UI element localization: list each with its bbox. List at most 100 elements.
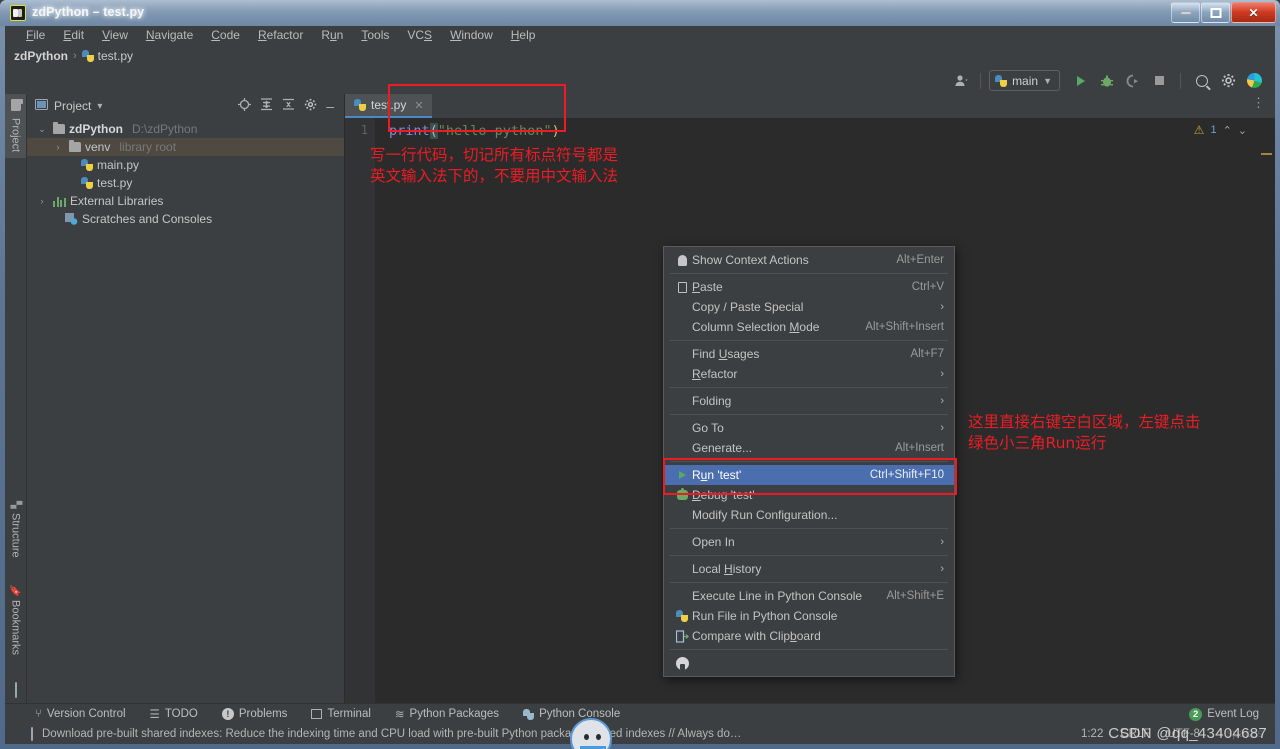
project-panel-dropdown-icon[interactable]: ▾ (97, 101, 102, 112)
toolbar-divider-2 (1180, 72, 1181, 89)
minimize-button[interactable] (1171, 2, 1200, 23)
tool-button-python-packages[interactable]: ≋ Python Packages (395, 707, 499, 721)
run-configuration-selector[interactable]: main ▼ (989, 70, 1060, 91)
close-icon[interactable]: ✕ (414, 99, 423, 112)
menu-item-compare-with-clipboard[interactable]: Compare with Clipboard (664, 626, 954, 646)
menu-item-paste[interactable]: Paste Ctrl+V (664, 277, 954, 297)
inspection-widget[interactable]: ⚠ 1 ⌃ ⌄ (1194, 123, 1247, 137)
tool-button-version-control[interactable]: ⑂ Version Control (35, 708, 126, 720)
toggle-toolwindow-icon[interactable] (14, 682, 17, 698)
expand-all-icon[interactable] (260, 98, 273, 114)
menu-item-show-context-actions[interactable]: Show Context Actions Alt+Enter (664, 250, 954, 270)
menu-separator (670, 649, 948, 650)
menu-help[interactable]: Help (502, 26, 545, 45)
tool-button-todo[interactable]: ☰ TODO (150, 707, 198, 721)
toolbar-divider (980, 72, 982, 89)
menu-tools[interactable]: Tools (352, 26, 398, 45)
run-button[interactable] (1068, 70, 1094, 92)
menu-item-generate[interactable]: Generate... Alt+Insert (664, 438, 954, 458)
tree-node-venv-tag: library root (119, 140, 177, 154)
menu-item-copy-paste-special[interactable]: Copy / Paste Special › (664, 297, 954, 317)
tree-node-testpy[interactable]: test.py (27, 174, 344, 192)
menu-item-refactor[interactable]: Refactor › (664, 364, 954, 384)
chevron-up-icon[interactable]: ⌃ (1223, 124, 1232, 137)
close-button[interactable]: ✕ (1231, 2, 1276, 23)
menu-item-debug-test[interactable]: Debug 'test' (664, 485, 954, 505)
breadcrumb-project[interactable]: zdPython (14, 49, 68, 63)
menu-navigate[interactable]: Navigate (137, 26, 202, 45)
tree-node-external-libraries[interactable]: › External Libraries (27, 192, 344, 210)
menu-item-column-selection-mode[interactable]: Column Selection Mode Alt+Shift+Insert (664, 317, 954, 337)
tree-node-zdpython[interactable]: ⌄ zdPython D:\zdPython (27, 120, 344, 138)
chevron-right-icon[interactable]: › (51, 142, 65, 152)
tree-node-testpy-label: test.py (97, 176, 133, 190)
menu-item-create-gist[interactable] (664, 653, 954, 673)
menu-item-execute-line-in-python-console[interactable]: Execute Line in Python Console Alt+Shift… (664, 586, 954, 606)
menu-item-column-selection-mode-shortcut: Alt+Shift+Insert (865, 321, 944, 333)
tool-button-problems[interactable]: ! Problems (221, 708, 287, 720)
sidebar-item-bookmarks[interactable]: 🔖 Bookmarks (7, 578, 25, 661)
settings-button[interactable] (1215, 70, 1241, 92)
collapse-all-icon[interactable] (282, 98, 295, 114)
locate-icon[interactable] (238, 98, 252, 114)
tool-button-python-console-label: Python Console (539, 708, 621, 720)
tree-node-scratches[interactable]: Scratches and Consoles (27, 210, 344, 228)
sidebar-item-project[interactable]: Project (5, 94, 26, 159)
menu-item-execute-line-in-python-console-label: Execute Line in Python Console (692, 589, 863, 603)
status-message[interactable]: Download pre-built shared indexes: Reduc… (42, 728, 742, 740)
tool-button-python-console[interactable]: Python Console (523, 708, 620, 720)
python-file-icon (81, 177, 93, 189)
project-panel-title: Project (54, 99, 92, 113)
chevron-down-icon[interactable]: ⌄ (35, 124, 49, 135)
project-panel-header: Project ▾ – (27, 94, 344, 118)
menu-run[interactable]: Run (312, 26, 352, 45)
editor-tab-testpy[interactable]: test.py ✕ (345, 94, 432, 118)
event-log-button[interactable]: 2 Event Log (1189, 707, 1275, 721)
menu-code[interactable]: Code (202, 26, 249, 45)
tool-button-terminal[interactable]: Terminal (311, 708, 371, 720)
breadcrumb-file[interactable]: test.py (81, 49, 133, 63)
maximize-button[interactable] (1201, 2, 1230, 23)
annotation-text-code: 写一行代码，切记所有标点符号都是 英文输入法下的，不要用中文输入法 (370, 146, 619, 185)
menu-item-run-test-label: Run 'test' (692, 468, 742, 482)
menu-item-open-in[interactable]: Open In › (664, 532, 954, 552)
tool-button-terminal-label: Terminal (327, 708, 371, 720)
menu-item-local-history[interactable]: Local History › (664, 559, 954, 579)
sidebar-item-structure[interactable]: ▚ Structure (7, 495, 25, 563)
menu-view[interactable]: View (93, 26, 137, 45)
search-everywhere-button[interactable] (1189, 70, 1215, 92)
more-vertical-icon[interactable]: ⋮ (1252, 96, 1265, 109)
python-file-icon (354, 99, 366, 111)
tree-node-mainpy[interactable]: main.py (27, 156, 344, 174)
menu-edit[interactable]: Edit (54, 26, 93, 45)
settings-gear-icon[interactable] (304, 98, 317, 114)
tree-node-venv[interactable]: › venv library root (27, 138, 344, 156)
menu-separator (670, 387, 948, 388)
run-coverage-button[interactable] (1120, 70, 1146, 92)
ai-assistant-button[interactable] (1241, 70, 1267, 92)
menu-item-run-test[interactable]: Run 'test' Ctrl+Shift+F10 (664, 465, 954, 485)
menu-window[interactable]: Window (441, 26, 502, 45)
run-configuration-label: main (1012, 73, 1039, 88)
hide-icon[interactable]: – (326, 99, 334, 113)
chevron-right-icon[interactable]: › (35, 196, 49, 206)
menu-refactor[interactable]: Refactor (249, 26, 312, 45)
stop-button[interactable] (1146, 70, 1172, 92)
caret-position[interactable]: 1:22 (1081, 728, 1103, 740)
debug-button[interactable] (1094, 70, 1120, 92)
tool-button-python-packages-label: Python Packages (409, 708, 500, 720)
sidebar-item-structure-label: Structure (9, 513, 22, 558)
user-account-icon[interactable] (954, 74, 968, 87)
chevron-down-icon[interactable]: ⌄ (1238, 124, 1247, 137)
compare-icon (672, 629, 692, 643)
editor-context-menu[interactable]: Show Context Actions Alt+Enter Paste Ctr… (663, 246, 955, 677)
menu-item-run-file-in-python-console[interactable]: Run File in Python Console (664, 606, 954, 626)
editor-scroll-markers[interactable] (1253, 118, 1275, 703)
menu-item-modify-run-configuration[interactable]: Modify Run Configuration... (664, 505, 954, 525)
menu-item-go-to[interactable]: Go To › (664, 418, 954, 438)
warning-triangle-icon: ⚠ (1193, 123, 1205, 137)
menu-file[interactable]: File (17, 26, 54, 45)
menu-item-folding[interactable]: Folding › (664, 391, 954, 411)
menu-vcs[interactable]: VCS (398, 26, 441, 45)
menu-item-find-usages[interactable]: Find Usages Alt+F7 (664, 344, 954, 364)
